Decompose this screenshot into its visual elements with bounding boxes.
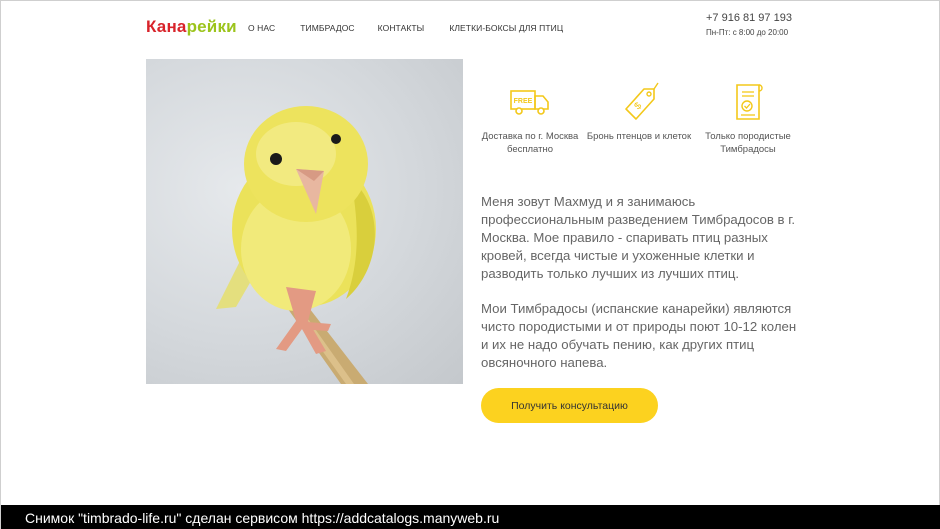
nav-item-about[interactable]: О НАС (248, 23, 275, 33)
logo-text-part1: Кана (146, 17, 187, 36)
main-nav: О НАС ТИМБРАДОС КОНТАКТЫ КЛЕТКИ-БОКСЫ ДЛ… (248, 23, 563, 33)
feature-delivery-label: Доставка по г. Москва бесплатно (481, 131, 579, 155)
logo-text-part2: рейки (186, 17, 237, 36)
working-hours: Пн-Пт: с 8:00 до 20:00 (706, 28, 789, 37)
phone-number[interactable]: +7 916 81 97 193 (706, 12, 792, 24)
nav-item-timbrados[interactable]: ТИМБРАДОС (300, 23, 354, 33)
about-paragraph-1: Меня зовут Махмуд и я занимаюсь професси… (481, 194, 796, 281)
nav-item-cages[interactable]: КЛЕТКИ-БОКСЫ ДЛЯ ПТИЦ (449, 23, 563, 33)
canary-illustration (216, 106, 376, 384)
certificate-icon (736, 84, 763, 120)
about-paragraph-2: Мои Тимбрадосы (испанские канарейки) явл… (481, 301, 797, 370)
screenshot-caption: Снимок "timbrado-life.ru" сделан сервисо… (25, 510, 500, 526)
site-header: Канарейки О НАС ТИМБРАДОС КОНТАКТЫ КЛЕТК… (1, 1, 940, 49)
consultation-button[interactable]: Получить консультацию (481, 388, 658, 423)
feature-delivery: FREE Доставка по г. Москва бесплатно (475, 79, 585, 156)
contact-block: +7 916 81 97 193 Пн-Пт: с 8:00 до 20:00 (706, 12, 792, 37)
feature-purebred-label: Только породистые Тимбрадосы (705, 131, 791, 155)
free-delivery-truck-icon: FREE (510, 90, 549, 115)
feature-booking-label: Бронь птенцов и клеток (586, 131, 692, 142)
price-tag-icon: $ (625, 82, 659, 120)
site-logo[interactable]: Канарейки (146, 17, 237, 37)
free-badge-text: FREE (514, 98, 533, 105)
feature-booking: $ Бронь птенцов и клеток (584, 79, 694, 143)
canary-photo (146, 59, 463, 384)
feature-purebred: Только породистые Тимбрадосы (693, 79, 803, 156)
screenshot-caption-bar: Снимок "timbrado-life.ru" сделан сервисо… (1, 505, 940, 529)
nav-item-contacts[interactable]: КОНТАКТЫ (378, 23, 425, 33)
